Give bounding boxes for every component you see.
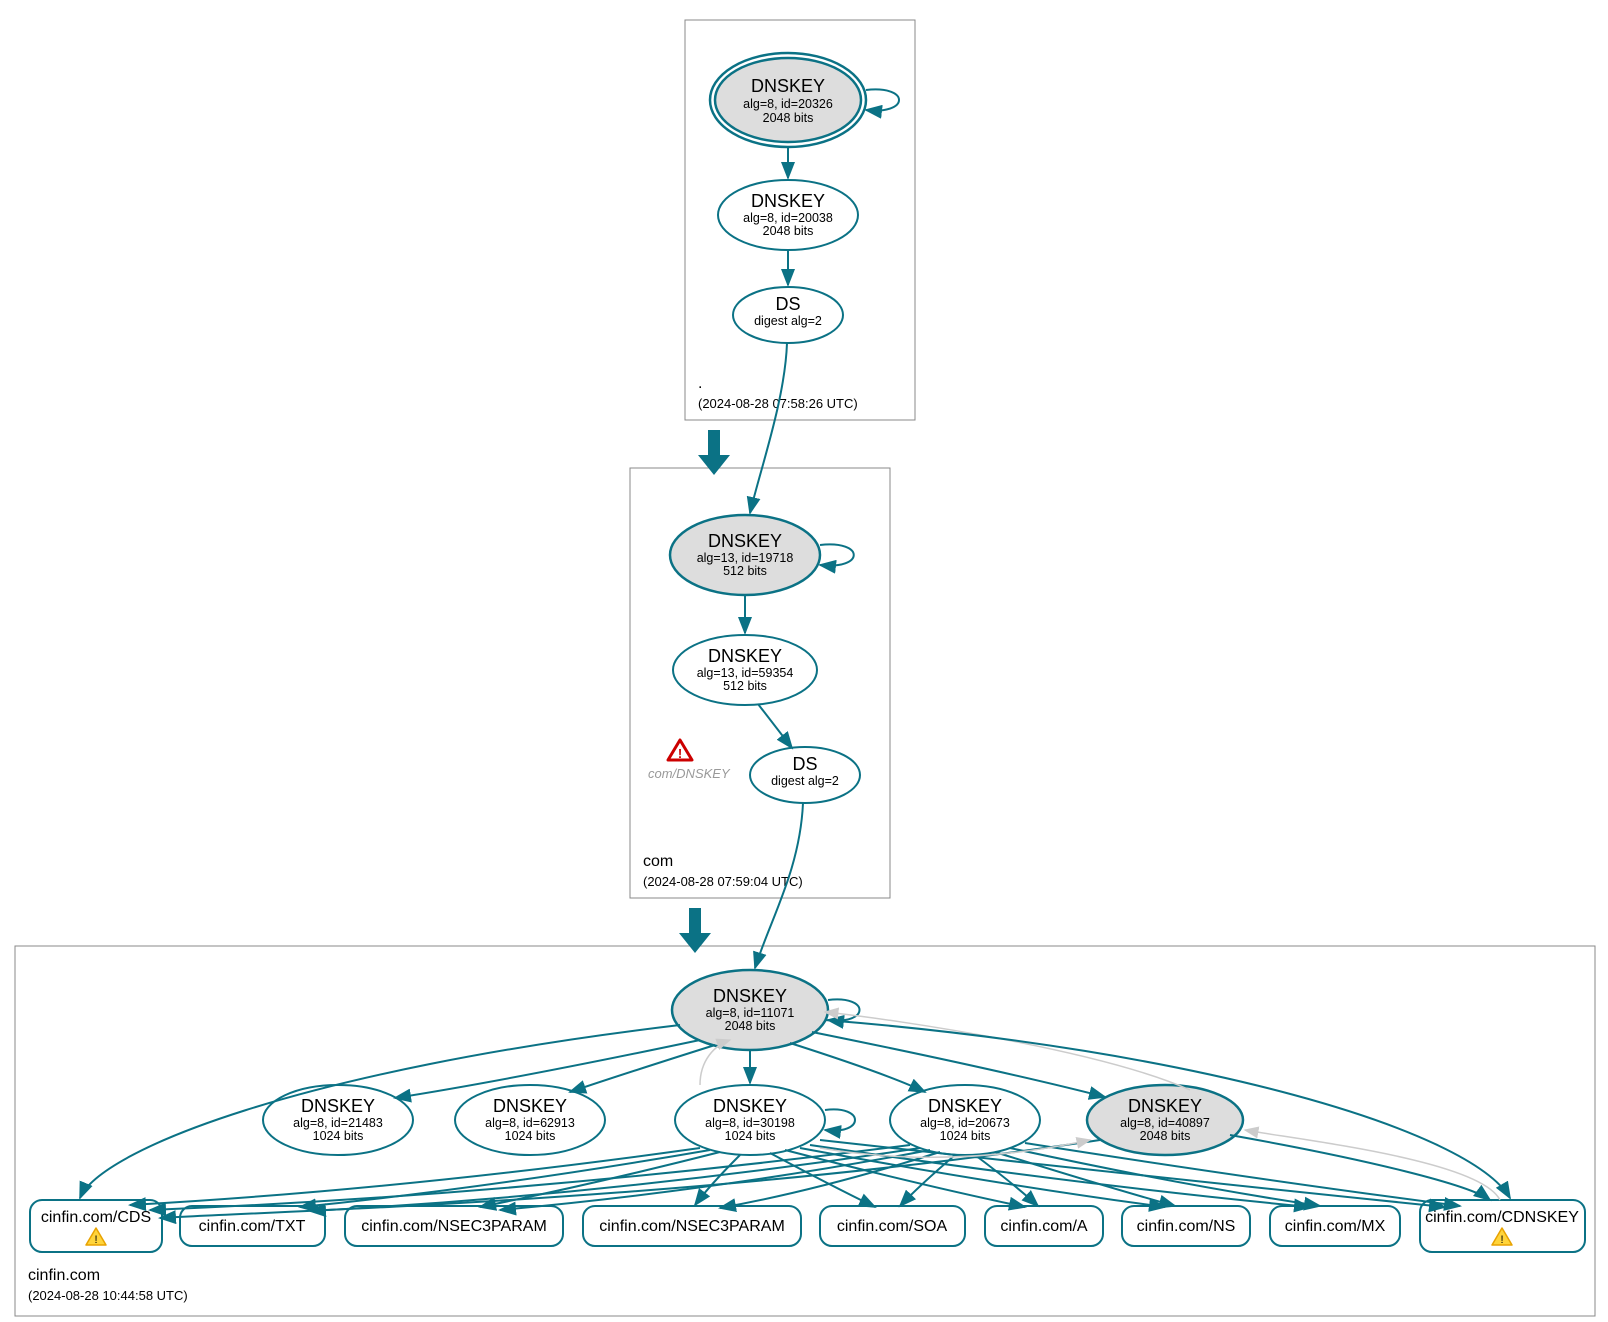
record-cds-label: cinfin.com/CDS [41,1209,151,1226]
node-com-zsk: DNSKEY alg=13, id=59354 512 bits [673,635,817,705]
node-root-ksk-title: DNSKEY [751,76,825,96]
node-com-zsk-title: DNSKEY [708,646,782,666]
node-cinfin-zsk-c: DNSKEY alg=8, id=30198 1024 bits [675,1085,825,1155]
e-ksk2-ksk-light [825,1012,1190,1090]
zone-cinfin-name: cinfin.com [28,1267,100,1284]
zsk-c-title: DNSKEY [713,1096,787,1116]
ksk2-l1: alg=8, id=40897 [1120,1116,1210,1130]
record-nsec3b: cinfin.com/NSEC3PARAM [583,1206,801,1246]
node-root-ds: DS digest alg=2 [733,287,843,343]
zsk-a-l2: 1024 bits [313,1129,364,1143]
record-ns-label: cinfin.com/NS [1137,1218,1236,1235]
e-c-n3b [695,1155,740,1205]
svg-text:!: ! [678,746,682,761]
node-com-ksk-title: DNSKEY [708,531,782,551]
zone-com-time: (2024-08-28 07:59:04 UTC) [643,874,803,889]
record-nsec3a: cinfin.com/NSEC3PARAM [345,1206,563,1246]
zone-root-name: . [698,375,702,392]
zsk-d-l2: 1024 bits [940,1129,991,1143]
zsk-b-l2: 1024 bits [505,1129,556,1143]
node-root-zsk: DNSKEY alg=8, id=20038 2048 bits [718,180,858,250]
node-cinfin-ksk2: DNSKEY alg=8, id=40897 2048 bits [1087,1085,1243,1155]
zsk-d-l1: alg=8, id=20673 [920,1116,1010,1130]
record-ns: cinfin.com/NS [1122,1206,1250,1246]
e-d-txt [310,1148,920,1211]
zsk-d-title: DNSKEY [928,1096,1002,1116]
warning-icon-com: ! [668,740,692,761]
node-com-ksk-l1: alg=13, id=19718 [697,551,794,565]
edge-root-ds-com-ksk [750,343,787,513]
node-com-zsk-l1: alg=13, id=59354 [697,666,794,680]
node-root-zsk-l1: alg=8, id=20038 [743,211,833,225]
ksk2-title: DNSKEY [1128,1096,1202,1116]
zone-cinfin-time: (2024-08-28 10:44:58 UTC) [28,1288,188,1303]
node-cinfin-zsk-b: DNSKEY alg=8, id=62913 1024 bits [455,1085,605,1155]
node-cinfin-zsk-a: DNSKEY alg=8, id=21483 1024 bits [263,1085,413,1155]
node-cinfin-ksk-l1: alg=8, id=11071 [706,1006,795,1020]
edge-root-ksk-self [866,89,899,110]
zsk-b-title: DNSKEY [493,1096,567,1116]
node-com-ds-title: DS [792,754,817,774]
e-d-ns [995,1152,1175,1206]
record-soa: cinfin.com/SOA [820,1206,965,1246]
edge-com-zsk-ds [758,704,792,748]
node-com-ds: DS digest alg=2 [750,747,860,803]
node-root-zsk-title: DNSKEY [751,191,825,211]
node-com-zsk-l2: 512 bits [723,679,767,693]
node-root-ksk-l1: alg=8, id=20326 [743,97,833,111]
svg-text:!: ! [94,1234,97,1246]
edge-zsk-c-self [825,1109,855,1130]
node-com-ds-l1: digest alg=2 [771,774,839,788]
node-root-ds-l1: digest alg=2 [754,314,822,328]
node-root-zsk-l2: 2048 bits [763,224,814,238]
ksk2-l2: 2048 bits [1140,1129,1191,1143]
warning-label-com: com/DNSKEY [648,766,731,781]
record-a: cinfin.com/A [985,1206,1103,1246]
e-c-cds [130,1148,700,1205]
node-root-ksk-l2: 2048 bits [763,111,814,125]
node-cinfin-zsk-d: DNSKEY alg=8, id=20673 1024 bits [890,1085,1040,1155]
zsk-c-l1: alg=8, id=30198 [705,1116,795,1130]
node-com-ksk-l2: 512 bits [723,564,767,578]
record-txt-label: cinfin.com/TXT [199,1218,306,1235]
edge-cinfin-ksk-self [828,999,860,1020]
record-cdnskey-label: cinfin.com/CDNSKEY [1425,1209,1579,1226]
record-nsec3b-label: cinfin.com/NSEC3PARAM [599,1218,785,1235]
node-cinfin-ksk-l2: 2048 bits [725,1019,776,1033]
record-soa-label: cinfin.com/SOA [837,1218,948,1235]
zone-com-name: com [643,853,673,870]
e-ksk2-cdn [1230,1135,1490,1200]
record-a-label: cinfin.com/A [1000,1218,1087,1235]
zsk-b-l1: alg=8, id=62913 [485,1116,575,1130]
node-root-ds-title: DS [775,294,800,314]
node-cinfin-ksk-title: DNSKEY [713,986,787,1006]
record-cds: cinfin.com/CDS ! [30,1200,162,1252]
record-mx-label: cinfin.com/MX [1285,1218,1386,1235]
zsk-c-l2: 1024 bits [725,1129,776,1143]
edge-com-ksk-self [820,544,854,565]
record-mx: cinfin.com/MX [1270,1206,1400,1246]
zsk-a-l1: alg=8, id=21483 [293,1116,383,1130]
node-cinfin-ksk: DNSKEY alg=8, id=11071 2048 bits [672,970,828,1050]
record-nsec3a-label: cinfin.com/NSEC3PARAM [361,1218,547,1235]
svg-text:!: ! [1500,1234,1503,1246]
node-com-ksk: DNSKEY alg=13, id=19718 512 bits [670,515,820,595]
zsk-a-title: DNSKEY [301,1096,375,1116]
node-root-ksk: DNSKEY alg=8, id=20326 2048 bits [710,53,866,147]
